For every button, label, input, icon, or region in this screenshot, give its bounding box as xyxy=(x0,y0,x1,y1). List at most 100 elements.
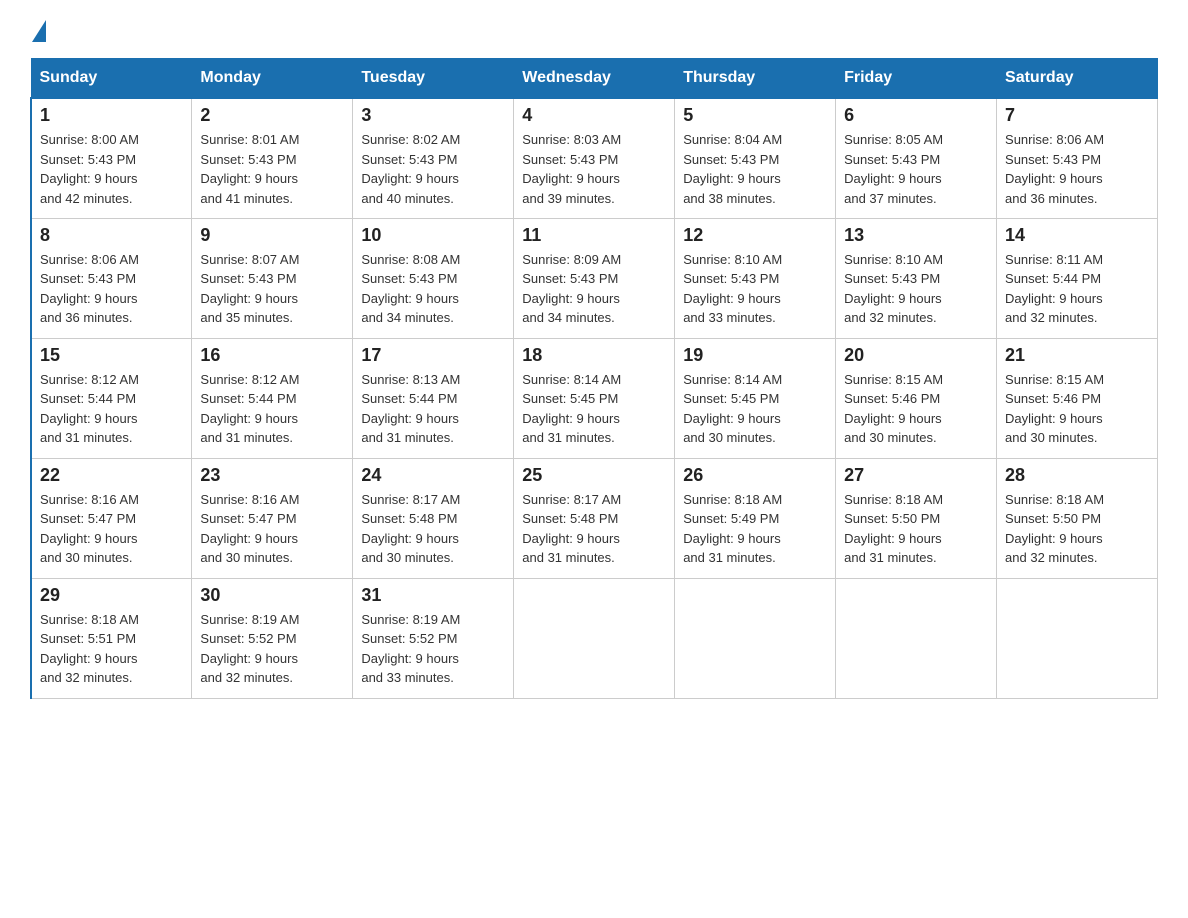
day-number: 13 xyxy=(844,225,988,246)
day-info: Sunrise: 8:18 AMSunset: 5:50 PMDaylight:… xyxy=(1005,490,1149,568)
calendar-cell: 19Sunrise: 8:14 AMSunset: 5:45 PMDayligh… xyxy=(675,338,836,458)
day-info: Sunrise: 8:19 AMSunset: 5:52 PMDaylight:… xyxy=(361,610,505,688)
day-info: Sunrise: 8:12 AMSunset: 5:44 PMDaylight:… xyxy=(200,370,344,448)
calendar-cell: 28 Sunrise: 8:18 AMSunset: 5:50 PMDayligh… xyxy=(997,458,1158,578)
day-info: Sunrise: 8:18 AMSunset: 5:50 PMDaylight:… xyxy=(844,490,988,568)
day-info: Sunrise: 8:18 AMSunset: 5:49 PMDaylight:… xyxy=(683,490,827,568)
day-number: 15 xyxy=(40,345,183,366)
calendar-cell: 6Sunrise: 8:05 AMSunset: 5:43 PMDaylight… xyxy=(836,98,997,218)
calendar-cell xyxy=(514,578,675,698)
day-number: 17 xyxy=(361,345,505,366)
day-info: Sunrise: 8:12 AMSunset: 5:44 PMDaylight:… xyxy=(40,370,183,448)
calendar-cell: 21Sunrise: 8:15 AMSunset: 5:46 PMDayligh… xyxy=(997,338,1158,458)
calendar-header: SundayMondayTuesdayWednesdayThursdayFrid… xyxy=(31,59,1158,99)
day-number: 11 xyxy=(522,225,666,246)
calendar-cell: 16 Sunrise: 8:12 AMSunset: 5:44 PMDayligh… xyxy=(192,338,353,458)
day-number: 7 xyxy=(1005,105,1149,126)
day-number: 26 xyxy=(683,465,827,486)
calendar-cell: 14 Sunrise: 8:11 AMSunset: 5:44 PMDayligh… xyxy=(997,218,1158,338)
day-info: Sunrise: 8:01 AMSunset: 5:43 PMDaylight:… xyxy=(200,130,344,208)
header-thursday: Thursday xyxy=(675,59,836,99)
day-number: 9 xyxy=(200,225,344,246)
header-monday: Monday xyxy=(192,59,353,99)
day-number: 18 xyxy=(522,345,666,366)
day-info: Sunrise: 8:07 AMSunset: 5:43 PMDaylight:… xyxy=(200,250,344,328)
day-number: 20 xyxy=(844,345,988,366)
day-info: Sunrise: 8:15 AMSunset: 5:46 PMDaylight:… xyxy=(844,370,988,448)
calendar-cell: 25 Sunrise: 8:17 AMSunset: 5:48 PMDayligh… xyxy=(514,458,675,578)
header-saturday: Saturday xyxy=(997,59,1158,99)
calendar-cell: 5Sunrise: 8:04 AMSunset: 5:43 PMDaylight… xyxy=(675,98,836,218)
day-number: 3 xyxy=(361,105,505,126)
day-number: 23 xyxy=(200,465,344,486)
calendar-cell xyxy=(675,578,836,698)
day-info: Sunrise: 8:00 AMSunset: 5:43 PMDaylight:… xyxy=(40,130,183,208)
calendar-cell: 7 Sunrise: 8:06 AMSunset: 5:43 PMDaylight… xyxy=(997,98,1158,218)
calendar-cell: 29 Sunrise: 8:18 AMSunset: 5:51 PMDayligh… xyxy=(31,578,192,698)
day-number: 1 xyxy=(40,105,183,126)
day-number: 27 xyxy=(844,465,988,486)
day-info: Sunrise: 8:10 AMSunset: 5:43 PMDaylight:… xyxy=(683,250,827,328)
logo xyxy=(30,20,48,38)
calendar-cell: 30 Sunrise: 8:19 AMSunset: 5:52 PMDayligh… xyxy=(192,578,353,698)
calendar-cell: 15 Sunrise: 8:12 AMSunset: 5:44 PMDayligh… xyxy=(31,338,192,458)
calendar-cell xyxy=(997,578,1158,698)
day-number: 4 xyxy=(522,105,666,126)
day-number: 31 xyxy=(361,585,505,606)
day-number: 25 xyxy=(522,465,666,486)
day-info: Sunrise: 8:14 AMSunset: 5:45 PMDaylight:… xyxy=(522,370,666,448)
day-number: 28 xyxy=(1005,465,1149,486)
calendar-cell: 20 Sunrise: 8:15 AMSunset: 5:46 PMDayligh… xyxy=(836,338,997,458)
calendar-cell: 13 Sunrise: 8:10 AMSunset: 5:43 PMDayligh… xyxy=(836,218,997,338)
calendar-cell: 27 Sunrise: 8:18 AMSunset: 5:50 PMDayligh… xyxy=(836,458,997,578)
calendar-cell: 26 Sunrise: 8:18 AMSunset: 5:49 PMDayligh… xyxy=(675,458,836,578)
page-header xyxy=(30,20,1158,38)
day-info: Sunrise: 8:15 AMSunset: 5:46 PMDaylight:… xyxy=(1005,370,1149,448)
day-number: 2 xyxy=(200,105,344,126)
day-number: 19 xyxy=(683,345,827,366)
day-number: 6 xyxy=(844,105,988,126)
calendar-cell: 24Sunrise: 8:17 AMSunset: 5:48 PMDayligh… xyxy=(353,458,514,578)
day-info: Sunrise: 8:16 AMSunset: 5:47 PMDaylight:… xyxy=(40,490,183,568)
calendar-cell: 22 Sunrise: 8:16 AMSunset: 5:47 PMDayligh… xyxy=(31,458,192,578)
calendar-cell: 4 Sunrise: 8:03 AMSunset: 5:43 PMDaylight… xyxy=(514,98,675,218)
day-number: 16 xyxy=(200,345,344,366)
day-info: Sunrise: 8:10 AMSunset: 5:43 PMDaylight:… xyxy=(844,250,988,328)
day-number: 30 xyxy=(200,585,344,606)
calendar-cell xyxy=(836,578,997,698)
day-number: 10 xyxy=(361,225,505,246)
day-info: Sunrise: 8:08 AMSunset: 5:43 PMDaylight:… xyxy=(361,250,505,328)
day-info: Sunrise: 8:06 AMSunset: 5:43 PMDaylight:… xyxy=(40,250,183,328)
day-info: Sunrise: 8:11 AMSunset: 5:44 PMDaylight:… xyxy=(1005,250,1149,328)
calendar-cell: 9 Sunrise: 8:07 AMSunset: 5:43 PMDaylight… xyxy=(192,218,353,338)
day-info: Sunrise: 8:03 AMSunset: 5:43 PMDaylight:… xyxy=(522,130,666,208)
day-info: Sunrise: 8:09 AMSunset: 5:43 PMDaylight:… xyxy=(522,250,666,328)
calendar-cell: 12Sunrise: 8:10 AMSunset: 5:43 PMDayligh… xyxy=(675,218,836,338)
day-info: Sunrise: 8:06 AMSunset: 5:43 PMDaylight:… xyxy=(1005,130,1149,208)
day-info: Sunrise: 8:17 AMSunset: 5:48 PMDaylight:… xyxy=(361,490,505,568)
calendar-cell: 23 Sunrise: 8:16 AMSunset: 5:47 PMDayligh… xyxy=(192,458,353,578)
header-sunday: Sunday xyxy=(31,59,192,99)
logo-triangle-icon xyxy=(32,20,46,42)
day-number: 29 xyxy=(40,585,183,606)
header-wednesday: Wednesday xyxy=(514,59,675,99)
calendar-cell: 17Sunrise: 8:13 AMSunset: 5:44 PMDayligh… xyxy=(353,338,514,458)
header-friday: Friday xyxy=(836,59,997,99)
day-number: 5 xyxy=(683,105,827,126)
day-number: 8 xyxy=(40,225,183,246)
calendar-table: SundayMondayTuesdayWednesdayThursdayFrid… xyxy=(30,58,1158,699)
calendar-cell: 11 Sunrise: 8:09 AMSunset: 5:43 PMDayligh… xyxy=(514,218,675,338)
calendar-cell: 1 Sunrise: 8:00 AMSunset: 5:43 PMDaylight… xyxy=(31,98,192,218)
day-info: Sunrise: 8:18 AMSunset: 5:51 PMDaylight:… xyxy=(40,610,183,688)
day-number: 22 xyxy=(40,465,183,486)
day-number: 14 xyxy=(1005,225,1149,246)
day-info: Sunrise: 8:19 AMSunset: 5:52 PMDaylight:… xyxy=(200,610,344,688)
calendar-cell: 3 Sunrise: 8:02 AMSunset: 5:43 PMDaylight… xyxy=(353,98,514,218)
calendar-cell: 31 Sunrise: 8:19 AMSunset: 5:52 PMDayligh… xyxy=(353,578,514,698)
day-info: Sunrise: 8:16 AMSunset: 5:47 PMDaylight:… xyxy=(200,490,344,568)
calendar-cell: 2 Sunrise: 8:01 AMSunset: 5:43 PMDaylight… xyxy=(192,98,353,218)
calendar-cell: 18 Sunrise: 8:14 AMSunset: 5:45 PMDayligh… xyxy=(514,338,675,458)
day-info: Sunrise: 8:17 AMSunset: 5:48 PMDaylight:… xyxy=(522,490,666,568)
day-info: Sunrise: 8:02 AMSunset: 5:43 PMDaylight:… xyxy=(361,130,505,208)
calendar-cell: 8 Sunrise: 8:06 AMSunset: 5:43 PMDaylight… xyxy=(31,218,192,338)
